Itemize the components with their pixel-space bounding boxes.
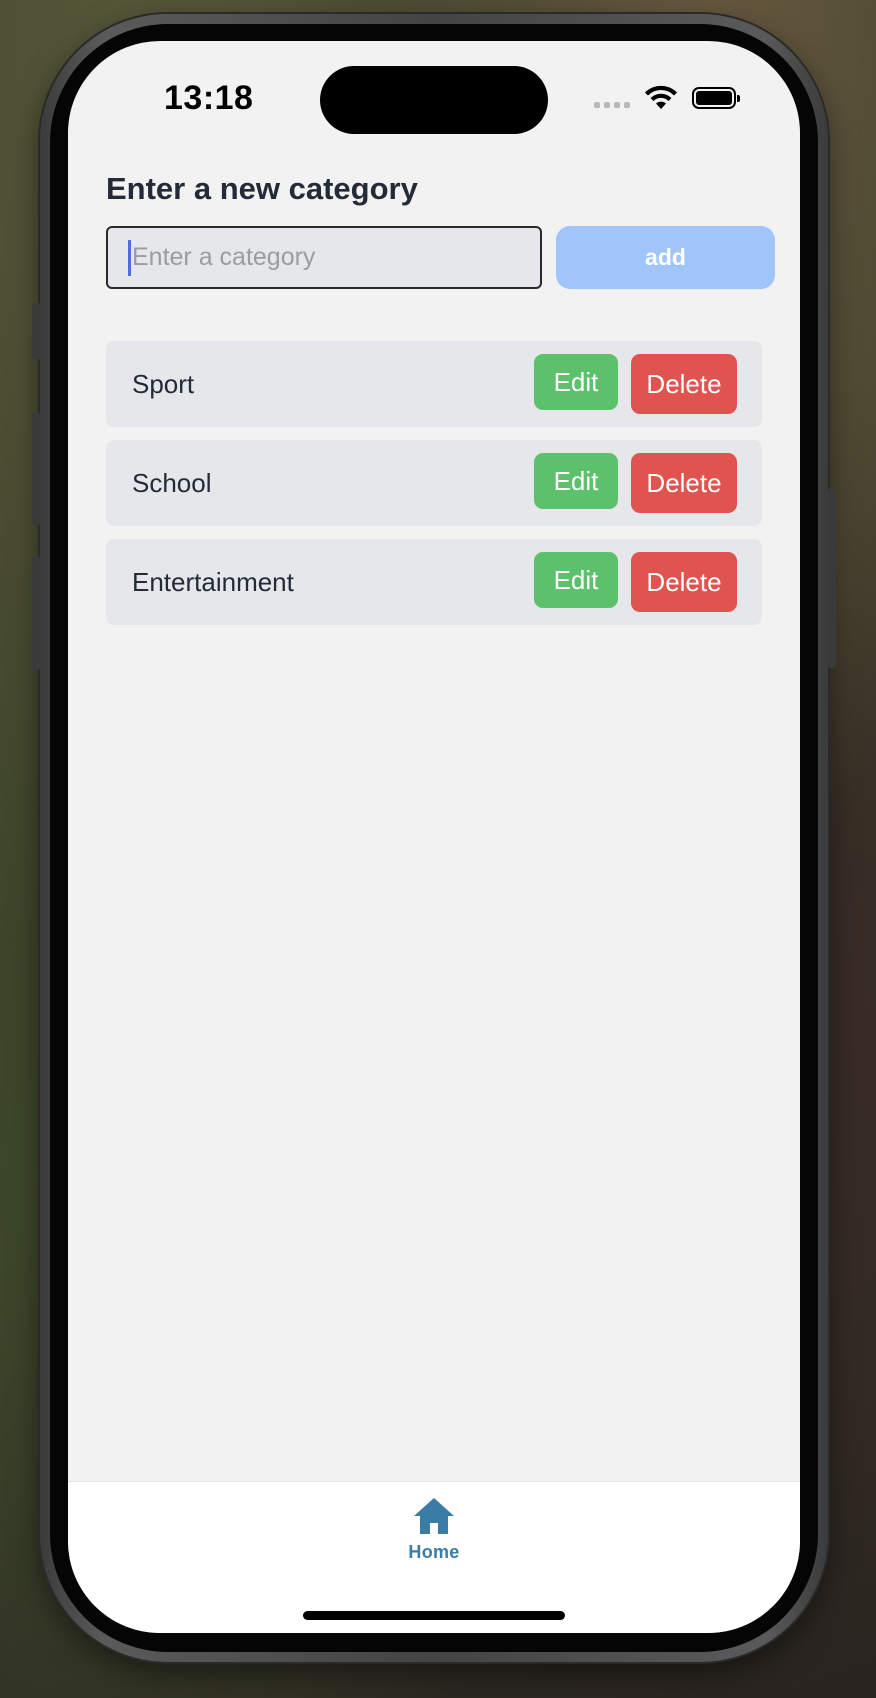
category-input-field[interactable]: [106, 226, 542, 289]
side-button-volume-up: [32, 412, 40, 526]
category-name: Sport: [132, 369, 195, 399]
delete-button[interactable]: Delete: [631, 354, 737, 414]
delete-button[interactable]: Delete: [631, 552, 737, 612]
tab-home[interactable]: Home: [400, 1496, 468, 1576]
add-button[interactable]: add: [556, 226, 775, 289]
category-name: Entertainment: [132, 567, 294, 597]
category-name: School: [132, 468, 212, 498]
category-list: Sport Edit Delete School Edit Delete Ent…: [106, 341, 762, 638]
category-row-sport: Sport Edit Delete: [106, 341, 762, 427]
side-button-power: [828, 488, 836, 668]
edit-button[interactable]: Edit: [534, 354, 618, 410]
category-row-school: School Edit Delete: [106, 440, 762, 526]
page-title: Enter a new category: [106, 171, 418, 206]
tab-home-label: Home: [408, 1542, 460, 1562]
home-icon: [414, 1498, 454, 1534]
dynamic-island: [320, 66, 548, 134]
category-row-entertainment: Entertainment Edit Delete: [106, 539, 762, 625]
status-time: 13:18: [164, 79, 254, 117]
home-indicator[interactable]: [303, 1611, 565, 1620]
delete-button[interactable]: Delete: [631, 453, 737, 513]
app-screen: 13:18 Enter a new category add Sport Edi…: [68, 41, 800, 1633]
status-indicators: [594, 85, 740, 111]
cellular-signal-icon: [594, 88, 630, 108]
edit-button[interactable]: Edit: [534, 453, 618, 509]
wifi-icon: [645, 85, 677, 109]
category-input[interactable]: [132, 243, 512, 272]
side-button-mute: [32, 302, 40, 360]
battery-icon: [692, 87, 740, 109]
edit-button[interactable]: Edit: [534, 552, 618, 608]
side-button-volume-down: [32, 556, 40, 670]
text-cursor: [128, 239, 131, 276]
